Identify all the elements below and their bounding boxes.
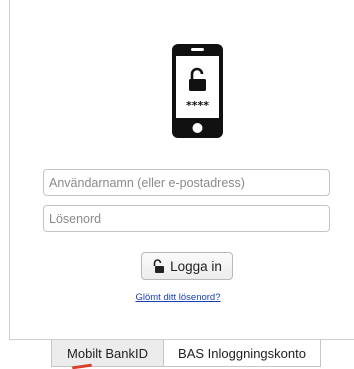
login-method-tabs: Mobilt BankID BAS Inloggningskonto [0,340,354,369]
password-input[interactable] [43,205,330,232]
login-panel: **** Logga in Glömt ditt lösenord? [9,0,354,340]
forgot-password-link[interactable]: Glömt ditt lösenord? [1,292,354,303]
unlocked-padlock-icon [153,258,165,273]
tab-bas-inloggningskonto[interactable]: BAS Inloggningskonto [163,340,321,367]
tab-label: BAS Inloggningskonto [178,345,306,361]
login-button-label: Logga in [170,258,222,274]
login-frame: **** Logga in Glömt ditt lösenord? Mobil… [0,0,354,369]
smartphone-unlock-icon: **** [172,44,223,138]
tab-mobilt-bankid[interactable]: Mobilt BankID [51,340,164,367]
username-input[interactable] [43,169,330,196]
login-button[interactable]: Logga in [141,252,233,280]
tab-label: Mobilt BankID [67,345,148,361]
phone-code-text: **** [186,99,209,112]
